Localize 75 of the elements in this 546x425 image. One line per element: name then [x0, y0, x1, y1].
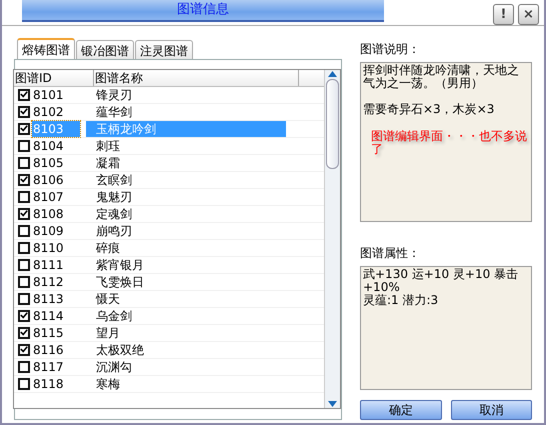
table-cell-text: 8111 [32, 256, 65, 272]
table-cell-text: 鬼魅刃 [95, 188, 133, 204]
checkbox[interactable] [18, 258, 30, 270]
checkbox[interactable] [18, 122, 30, 134]
scroll-up-icon[interactable] [328, 70, 337, 76]
close-button[interactable]: × [518, 4, 539, 25]
table-cell-text: 沉渊勾 [95, 358, 133, 374]
table-cell-text: 乌金剑 [95, 308, 133, 324]
checkbox[interactable] [18, 156, 30, 168]
table-cell-text: 8116 [32, 342, 65, 358]
table-cell-text: 寒梅 [95, 376, 121, 392]
attributes-text: 灵蕴:1 潜力:3 [363, 294, 440, 306]
table-cell-text: 8104 [32, 138, 65, 154]
scrollbar[interactable] [324, 70, 340, 408]
table-cell: 8103 [32, 120, 80, 136]
table-cell-text: 慑天 [94, 290, 121, 306]
checkbox[interactable] [18, 276, 30, 288]
checkbox[interactable] [18, 208, 30, 220]
tab[interactable]: 注灵图谱 [135, 40, 193, 58]
description-text: 需要奇异石×3，木炭×3 [363, 102, 496, 116]
table-cell-text: 崩鸣刃 [95, 222, 133, 238]
help-button[interactable]: ! [493, 4, 514, 25]
description-text: 挥剑时伴随龙吟清啸，天地之气为之一荡。（男用） [363, 64, 520, 90]
table-cell-text: 8114 [32, 308, 65, 324]
checkbox[interactable] [18, 310, 30, 322]
checkbox[interactable] [18, 88, 30, 100]
window-title: 图谱信息 [177, 1, 229, 19]
checkbox[interactable] [18, 360, 30, 372]
checkbox[interactable] [18, 378, 30, 390]
table-cell: 玉柄龙吟剑 [86, 120, 286, 136]
checkbox[interactable] [18, 174, 30, 186]
scroll-thumb[interactable] [326, 78, 339, 168]
annotation-text: 图谱编辑界面・・・也不多说了 [371, 130, 528, 156]
checkbox[interactable] [18, 190, 30, 202]
checkbox[interactable] [18, 292, 30, 304]
checkbox[interactable] [18, 344, 30, 356]
table-cell-text: 8109 [32, 222, 65, 238]
tab[interactable]: 熔铸图谱 [17, 38, 75, 58]
table-cell-text: 蕴华剑 [95, 104, 133, 120]
ok-button[interactable]: 确定 [360, 400, 442, 420]
table-cell-text: 玄瞑剑 [95, 172, 133, 188]
checkbox[interactable] [18, 106, 30, 118]
table-cell-text: 8115 [32, 324, 65, 340]
checkbox[interactable] [18, 140, 30, 152]
table-cell-text: 望月 [95, 324, 121, 340]
table-cell-text: 8110 [32, 240, 65, 256]
table-cell-text: 8106 [32, 172, 65, 188]
section-label: 图谱属性： [360, 244, 421, 262]
table-cell-text: 8108 [32, 206, 65, 222]
table-cell-text: 碎痕 [95, 240, 121, 256]
column-header[interactable]: 图谱名称 [94, 70, 299, 86]
section-label: 图谱说明： [360, 40, 421, 58]
table-cell-text: 8101 [32, 86, 65, 102]
table-cell-text: 定魂剑 [95, 206, 133, 222]
checkbox[interactable] [18, 326, 30, 338]
table-cell-text: 8118 [32, 376, 65, 392]
table-cell-text: 飞雯焕日 [95, 274, 145, 290]
table-cell-text: 8113 [32, 290, 65, 306]
scroll-down-icon[interactable] [328, 400, 337, 406]
attributes-text: 武+130 运+10 灵+10 暴击+10% [363, 268, 520, 294]
table-cell-text: 8112 [32, 274, 65, 290]
table-cell-text: 8117 [32, 358, 65, 374]
table-cell-text: 凝霜 [95, 154, 121, 170]
table-cell-text: 锋灵刃 [95, 86, 133, 102]
table-cell-text: 刺珏 [95, 138, 121, 154]
table-cell-text: 紫宵银月 [95, 256, 145, 272]
table-cell-text: 8102 [32, 104, 65, 120]
table-cell-text: 8107 [32, 188, 65, 204]
table-cell-text: 太极双绝 [95, 342, 145, 358]
cancel-button[interactable]: 取消 [450, 400, 532, 420]
checkbox[interactable] [18, 242, 30, 254]
checkbox[interactable] [18, 224, 30, 236]
column-header[interactable]: 图谱ID [14, 70, 94, 86]
tab[interactable]: 锻冶图谱 [76, 40, 134, 58]
table-cell-text: 8105 [32, 154, 65, 170]
